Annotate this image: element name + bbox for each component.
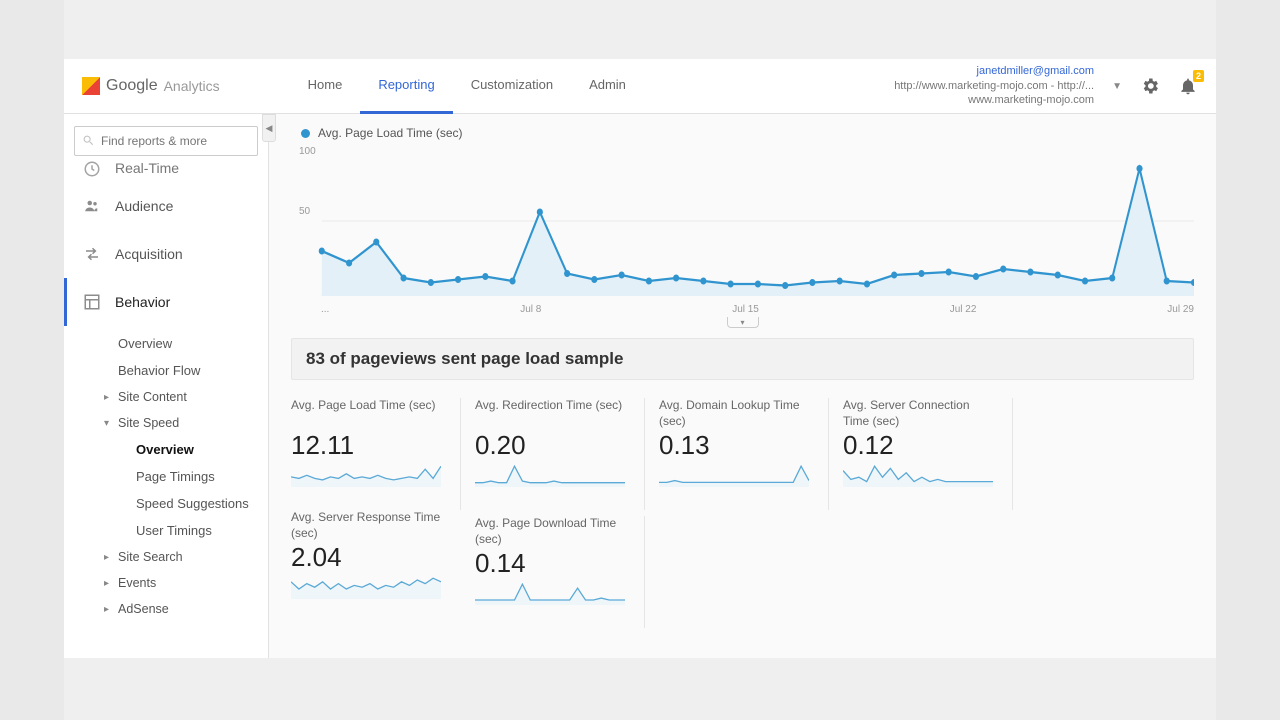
account-selector[interactable]: janetdmiller@gmail.com http://www.market… xyxy=(894,64,1094,109)
sidebar-collapse-handle[interactable]: ◀ xyxy=(262,114,276,142)
sidebar-item-audience[interactable]: Audience xyxy=(64,182,268,230)
metric-card[interactable]: Avg. Domain Lookup Time (sec)0.13 xyxy=(659,398,829,510)
subnav-page-timings[interactable]: Page Timings xyxy=(64,463,268,490)
sidebar-label: Audience xyxy=(115,198,173,214)
subnav-behavior-flow[interactable]: Behavior Flow xyxy=(64,357,268,384)
caret-down-icon: ▾ xyxy=(104,418,112,429)
metric-label: Avg. Page Download Time (sec) xyxy=(475,516,630,546)
metric-card[interactable]: Avg. Server Connection Time (sec)0.12 xyxy=(843,398,1013,510)
sidebar-label: Behavior xyxy=(115,294,170,310)
metric-label: Avg. Page Load Time (sec) xyxy=(291,398,446,428)
sidebar-item-acquisition[interactable]: Acquisition xyxy=(64,230,268,278)
ga-logo-icon xyxy=(82,77,100,95)
sidebar-item-realtime[interactable]: Real-Time xyxy=(64,160,268,182)
y-tick: 100 xyxy=(299,146,316,157)
subnav-overview[interactable]: Overview xyxy=(64,330,268,357)
logo-text-analytics: Analytics xyxy=(164,78,220,94)
subnav-speed-overview[interactable]: Overview xyxy=(64,436,268,463)
bell-icon[interactable]: 2 xyxy=(1178,76,1198,96)
metric-value: 12.11 xyxy=(291,430,446,461)
y-tick: 50 xyxy=(299,206,310,217)
tab-customization[interactable]: Customization xyxy=(453,59,571,114)
app-header: Google Analytics Home Reporting Customiz… xyxy=(64,59,1216,114)
report-content: Avg. Page Load Time (sec) 100 50 ... Jul… xyxy=(269,114,1216,658)
clock-icon xyxy=(83,160,101,178)
people-icon xyxy=(83,197,101,215)
chevron-down-icon[interactable]: ▼ xyxy=(1112,81,1122,92)
arrows-icon xyxy=(83,245,101,263)
metric-value: 2.04 xyxy=(291,542,447,573)
sparkline xyxy=(843,465,993,487)
logo-text-google: Google xyxy=(106,77,158,95)
sparkline xyxy=(291,577,441,599)
main-chart[interactable]: 100 50 xyxy=(291,146,1194,296)
tab-reporting[interactable]: Reporting xyxy=(360,59,452,114)
metric-card[interactable]: Avg. Redirection Time (sec)0.20 xyxy=(475,398,645,510)
subnav-events[interactable]: ▸Events xyxy=(64,570,268,596)
sparkline xyxy=(291,465,441,487)
search-input[interactable] xyxy=(74,126,258,156)
caret-right-icon: ▸ xyxy=(104,552,112,563)
top-tabs: Home Reporting Customization Admin xyxy=(290,59,644,114)
tab-home[interactable]: Home xyxy=(290,59,361,114)
legend-dot-icon xyxy=(301,129,310,138)
metric-value: 0.20 xyxy=(475,430,630,461)
metric-card[interactable]: Avg. Page Load Time (sec)12.11 xyxy=(291,398,461,510)
metric-label: Avg. Server Connection Time (sec) xyxy=(843,398,998,428)
metric-card[interactable]: Avg. Server Response Time (sec)2.04 xyxy=(291,510,461,628)
metric-value: 0.14 xyxy=(475,548,630,579)
logo[interactable]: Google Analytics xyxy=(82,77,220,95)
metric-value: 0.12 xyxy=(843,430,998,461)
chart-legend[interactable]: Avg. Page Load Time (sec) xyxy=(291,126,1194,140)
chart-expand-handle[interactable]: ▾ xyxy=(727,317,759,328)
metric-cards: Avg. Page Load Time (sec)12.11Avg. Redir… xyxy=(291,398,1194,628)
subnav-site-search[interactable]: ▸Site Search xyxy=(64,544,268,570)
sample-banner: 83 of pageviews sent page load sample xyxy=(291,338,1194,380)
metric-label: Avg. Redirection Time (sec) xyxy=(475,398,630,428)
chart-x-axis: ... Jul 8 Jul 15 Jul 22 Jul 29 xyxy=(291,302,1194,315)
layout-icon xyxy=(83,293,101,311)
sparkline xyxy=(659,465,809,487)
caret-right-icon: ▸ xyxy=(104,578,112,589)
sidebar: Real-Time Audience Acquisition Behavior … xyxy=(64,114,269,658)
sidebar-label: Acquisition xyxy=(115,246,183,262)
gear-icon[interactable] xyxy=(1140,76,1160,96)
subnav-user-timings[interactable]: User Timings xyxy=(64,517,268,544)
caret-right-icon: ▸ xyxy=(104,604,112,615)
sidebar-label: Real-Time xyxy=(115,160,179,176)
subnav-site-speed[interactable]: ▾Site Speed xyxy=(64,410,268,436)
account-email: janetdmiller@gmail.com xyxy=(894,64,1094,79)
subnav-speed-suggestions[interactable]: Speed Suggestions xyxy=(64,490,268,517)
sidebar-item-behavior[interactable]: Behavior xyxy=(64,278,268,326)
search-icon xyxy=(82,134,95,147)
subnav-adsense[interactable]: ▸AdSense xyxy=(64,596,268,622)
account-property: http://www.marketing-mojo.com - http://.… xyxy=(894,79,1094,94)
sparkline xyxy=(475,465,625,487)
tab-admin[interactable]: Admin xyxy=(571,59,644,114)
caret-right-icon: ▸ xyxy=(104,392,112,403)
metric-value: 0.13 xyxy=(659,430,814,461)
legend-label: Avg. Page Load Time (sec) xyxy=(318,126,463,140)
metric-card[interactable]: Avg. Page Download Time (sec)0.14 xyxy=(475,516,645,628)
subnav-site-content[interactable]: ▸Site Content xyxy=(64,384,268,410)
account-view: www.marketing-mojo.com xyxy=(894,93,1094,108)
sparkline xyxy=(475,583,625,605)
metric-label: Avg. Server Response Time (sec) xyxy=(291,510,447,540)
notification-badge: 2 xyxy=(1193,70,1204,82)
metric-label: Avg. Domain Lookup Time (sec) xyxy=(659,398,814,428)
